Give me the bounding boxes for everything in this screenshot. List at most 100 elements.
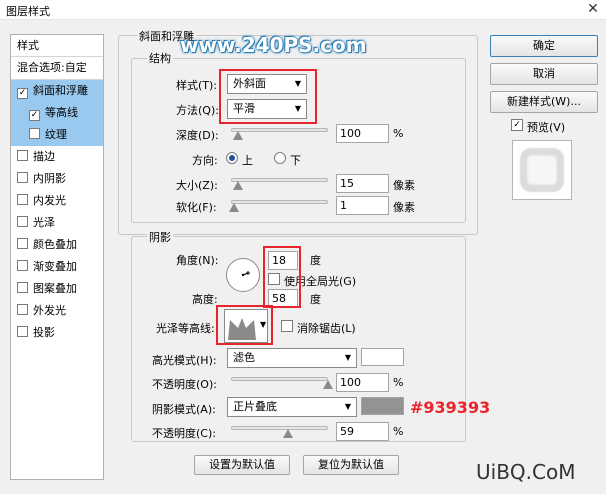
title-bar (0, 0, 606, 20)
highlight-color-swatch[interactable] (361, 348, 404, 366)
antialias-checkbox[interactable] (281, 320, 293, 332)
sidebar-item-checkbox[interactable] (17, 194, 28, 205)
technique-label: 方法(Q): (176, 104, 219, 117)
sidebar-item-checkbox[interactable] (17, 326, 28, 337)
sidebar-item-checkbox[interactable] (17, 216, 28, 227)
chevron-down-icon: ▼ (344, 353, 351, 362)
highlight-mode-label: 高光模式(H): (152, 354, 217, 367)
sidebar-item[interactable]: 纹理 (11, 124, 103, 146)
angle-label: 角度(N): (176, 254, 219, 267)
direction-label: 方向: (192, 154, 218, 167)
size-label: 大小(Z): (176, 179, 218, 192)
soften-unit: 像素 (393, 201, 415, 214)
sidebar-item-label: 纹理 (45, 128, 67, 141)
sidebar-item-checkbox[interactable] (17, 282, 28, 293)
depth-slider-thumb[interactable] (232, 131, 243, 140)
shadow-opacity-label: 不透明度(C): (152, 427, 216, 440)
sidebar-item-label: 内阴影 (33, 172, 66, 185)
sidebar-item[interactable]: ✓ 斜面和浮雕 (11, 80, 103, 102)
direction-down-radio[interactable] (274, 152, 286, 164)
sidebar-item-checkbox[interactable] (17, 172, 28, 183)
soften-input[interactable]: 1 (336, 196, 389, 215)
site-watermark-logo: UiBQ.CoM (476, 460, 576, 484)
sidebar-item[interactable]: 颜色叠加 (11, 234, 103, 256)
angle-unit: 度 (310, 254, 321, 267)
shadow-mode-select[interactable]: 正片叠底 ▼ (227, 397, 357, 417)
sidebar-item[interactable]: 内发光 (11, 190, 103, 212)
shadow-color-swatch[interactable] (361, 397, 404, 415)
size-unit: 像素 (393, 179, 415, 192)
style-preview-thumbnail (512, 140, 572, 200)
sidebar-item[interactable]: 图案叠加 (11, 278, 103, 300)
depth-unit: % (393, 127, 404, 140)
sidebar-item[interactable]: 渐变叠加 (11, 256, 103, 278)
styles-list: 样式 混合选项:自定 ✓ 斜面和浮雕 ✓ 等高线纹理描边内阴影内发光光泽颜色叠加渐变叠… (10, 34, 104, 480)
soften-slider-thumb[interactable] (228, 203, 239, 212)
sidebar-item-label: 光泽 (33, 216, 55, 229)
cancel-button[interactable]: 取消 (490, 63, 598, 85)
watermark-logo: www.240PS.com (180, 33, 367, 57)
styles-header: 样式 (17, 39, 39, 52)
sidebar-item[interactable]: 描边 (11, 146, 103, 168)
highlight-annotation (263, 246, 301, 308)
direction-down-label: 下 (290, 154, 301, 167)
highlight-opacity-input[interactable]: 100 (336, 373, 389, 392)
close-icon[interactable]: ✕ (584, 1, 602, 17)
shadow-opacity-thumb[interactable] (283, 429, 294, 438)
shadow-mode-value: 正片叠底 (233, 400, 277, 413)
make-default-button[interactable]: 设置为默认值 (194, 455, 290, 475)
sidebar-item-checkbox[interactable] (17, 238, 28, 249)
size-slider[interactable] (231, 178, 328, 182)
highlight-opacity-thumb[interactable] (323, 380, 333, 389)
sidebar-item-checkbox[interactable]: ✓ (29, 110, 40, 121)
sidebar-item-label: 内发光 (33, 194, 66, 207)
crosshair-icon (241, 271, 250, 277)
shadow-opacity-unit: % (393, 425, 404, 438)
soften-slider[interactable] (231, 200, 328, 204)
size-slider-thumb[interactable] (232, 181, 243, 190)
window-title: 图层样式 (6, 5, 50, 18)
angle-dial[interactable] (226, 258, 260, 292)
sidebar-item[interactable]: ✓ 等高线 (11, 102, 103, 124)
sidebar-item-label: 描边 (33, 150, 55, 163)
sidebar-item-checkbox[interactable] (29, 128, 40, 139)
shadow-opacity-input[interactable]: 59 (336, 422, 389, 441)
sidebar-item[interactable]: 内阴影 (11, 168, 103, 190)
new-style-button[interactable]: 新建样式(W)... (490, 91, 598, 113)
highlight-mode-select[interactable]: 滤色 ▼ (227, 348, 357, 368)
highlight-annotation (216, 305, 273, 345)
sidebar-item-label: 等高线 (45, 106, 78, 119)
depth-input[interactable]: 100 (336, 124, 389, 143)
altitude-label: 高度: (192, 293, 218, 306)
highlight-opacity-slider[interactable] (231, 377, 328, 381)
sidebar-item-checkbox[interactable] (17, 304, 28, 315)
sidebar-item-checkbox[interactable] (17, 260, 28, 271)
highlight-opacity-unit: % (393, 376, 404, 389)
blending-options[interactable]: 混合选项:自定 (11, 57, 103, 79)
shading-title: 阴影 (147, 229, 173, 245)
shadow-mode-label: 阴影模式(A): (152, 403, 216, 416)
sidebar-item-checkbox[interactable] (17, 150, 28, 161)
sidebar-item-label: 外发光 (33, 304, 66, 317)
sidebar-item[interactable]: 外发光 (11, 300, 103, 322)
sidebar-item-label: 投影 (33, 326, 55, 339)
preview-label: 预览(V) (527, 121, 566, 134)
shadow-color-hex-label: #939393 (410, 398, 491, 417)
sidebar-item-checkbox[interactable]: ✓ (17, 88, 28, 99)
direction-up-radio[interactable] (226, 152, 238, 164)
size-input[interactable]: 15 (336, 174, 389, 193)
soften-label: 软化(F): (176, 201, 217, 214)
ok-button[interactable]: 确定 (490, 35, 598, 57)
depth-slider[interactable] (231, 128, 328, 132)
sidebar-item[interactable]: 投影 (11, 322, 103, 344)
highlight-opacity-label: 不透明度(O): (152, 378, 217, 391)
sidebar-item-label: 图案叠加 (33, 282, 77, 295)
shadow-opacity-slider[interactable] (231, 426, 328, 430)
sidebar-item[interactable]: 光泽 (11, 212, 103, 234)
sidebar-item-label: 斜面和浮雕 (33, 84, 88, 97)
depth-label: 深度(D): (176, 129, 219, 142)
preview-checkbox[interactable]: ✓ (511, 119, 523, 131)
sidebar-item-label: 渐变叠加 (33, 260, 77, 273)
reset-default-button[interactable]: 复位为默认值 (303, 455, 399, 475)
altitude-unit: 度 (310, 293, 321, 306)
